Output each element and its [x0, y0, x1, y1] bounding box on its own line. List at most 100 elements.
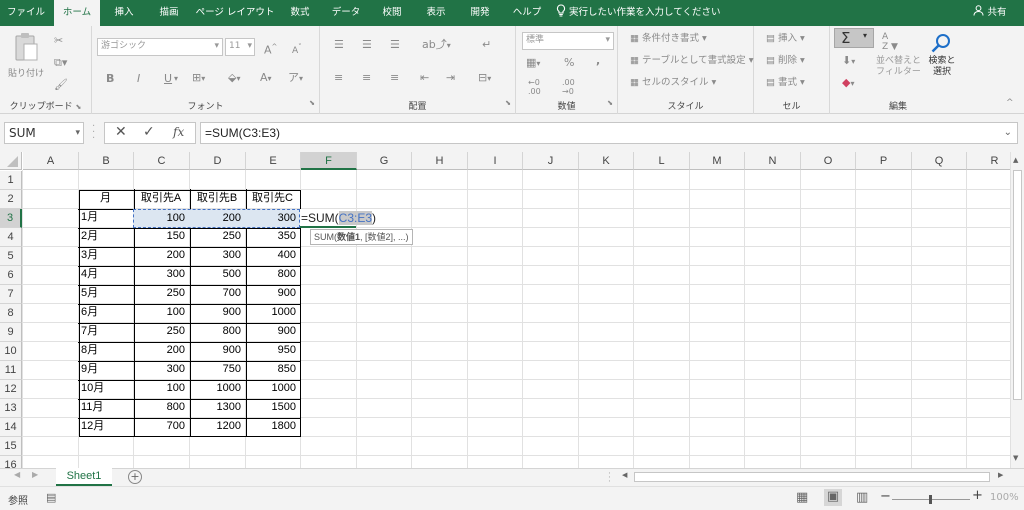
- page-break-view-icon[interactable]: ▥: [856, 490, 868, 505]
- row-header-2[interactable]: 2: [0, 190, 22, 209]
- cell-e9[interactable]: 900: [245, 322, 300, 341]
- cell-d3[interactable]: 200: [189, 209, 245, 228]
- cell-d4[interactable]: 250: [189, 227, 245, 246]
- font-name-select[interactable]: 游ゴシック ▾: [97, 38, 223, 56]
- column-header-q[interactable]: Q: [912, 152, 967, 170]
- row-header-14[interactable]: 14: [0, 418, 22, 437]
- cell-d5[interactable]: 300: [189, 246, 245, 265]
- cell-c7[interactable]: 250: [133, 284, 189, 303]
- page-layout-view-icon[interactable]: ▣: [824, 489, 842, 506]
- table-header-e2[interactable]: 取引先C: [245, 189, 300, 208]
- column-header-b[interactable]: B: [79, 152, 134, 170]
- borders-icon[interactable]: ⊞▾: [192, 71, 205, 86]
- cell-b9[interactable]: 7月: [78, 322, 133, 341]
- increase-indent-icon[interactable]: ⇥: [446, 71, 455, 85]
- scroll-right-tab-icon[interactable]: ▶: [32, 470, 38, 479]
- column-header-f[interactable]: F: [301, 152, 357, 170]
- phonetic-icon[interactable]: ア▾: [288, 71, 303, 86]
- cell-e11[interactable]: 850: [245, 360, 300, 379]
- cell-b13[interactable]: 11月: [78, 398, 133, 417]
- row-header-4[interactable]: 4: [0, 228, 22, 247]
- worksheet-grid[interactable]: ABCDEFGHIJKLMNOPQR 1 2 3 4 5 6 7 8 9 10 11 12 13 14 15…: [0, 152, 1010, 468]
- tab-developer[interactable]: 開発: [460, 0, 500, 26]
- column-header-c[interactable]: C: [134, 152, 190, 170]
- table-header-d2[interactable]: 取引先B: [189, 189, 245, 208]
- insert-cells-button[interactable]: ▤ 挿入 ▾: [766, 32, 805, 46]
- tab-data[interactable]: データ: [324, 0, 368, 26]
- cell-c6[interactable]: 300: [133, 265, 189, 284]
- vertical-scrollbar[interactable]: ▲ ▼: [1010, 152, 1024, 468]
- cell-e14[interactable]: 1800: [245, 417, 300, 436]
- scroll-left-tab-icon[interactable]: ◀: [14, 470, 20, 479]
- collapse-ribbon-icon[interactable]: ^: [1006, 96, 1014, 110]
- row-header-5[interactable]: 5: [0, 247, 22, 266]
- cell-e10[interactable]: 950: [245, 341, 300, 360]
- column-header-k[interactable]: K: [579, 152, 634, 170]
- bold-button[interactable]: B: [106, 72, 114, 86]
- column-header-l[interactable]: L: [634, 152, 690, 170]
- insert-function-icon[interactable]: fx: [173, 125, 184, 139]
- clear-icon[interactable]: ◆▾: [842, 76, 854, 91]
- cell-e12[interactable]: 1000: [245, 379, 300, 398]
- table-header-b2[interactable]: 月: [78, 189, 133, 208]
- cell-d11[interactable]: 750: [189, 360, 245, 379]
- column-header-a[interactable]: A: [23, 152, 79, 170]
- column-header-g[interactable]: G: [357, 152, 412, 170]
- cell-d7[interactable]: 700: [189, 284, 245, 303]
- tab-insert[interactable]: 挿入: [104, 0, 144, 26]
- fill-color-icon[interactable]: ⬙▾: [228, 71, 240, 86]
- scroll-right-icon[interactable]: ▶: [998, 471, 1003, 479]
- row-header-16[interactable]: 16: [0, 456, 22, 468]
- cell-e8[interactable]: 1000: [245, 303, 300, 322]
- cell-e13[interactable]: 1500: [245, 398, 300, 417]
- row-header-9[interactable]: 9: [0, 323, 22, 342]
- column-header-d[interactable]: D: [190, 152, 246, 170]
- zoom-level[interactable]: 100%: [990, 492, 1019, 503]
- decrease-decimal-icon[interactable]: .00 →0: [562, 78, 575, 96]
- conditional-formatting-button[interactable]: ▦ 条件付き書式 ▾: [630, 32, 707, 46]
- cell-b11[interactable]: 9月: [78, 360, 133, 379]
- tab-page-layout[interactable]: ページ レイアウト: [194, 0, 276, 26]
- cell-c11[interactable]: 300: [133, 360, 189, 379]
- expand-formula-icon[interactable]: ⌄: [1004, 123, 1012, 143]
- align-top-icon[interactable]: ☰: [334, 38, 344, 52]
- scroll-thumb[interactable]: [1013, 170, 1022, 400]
- cell-b4[interactable]: 2月: [78, 227, 133, 246]
- column-header-p[interactable]: P: [856, 152, 912, 170]
- currency-icon[interactable]: ▦▾: [526, 56, 540, 71]
- cell-e3[interactable]: 300: [245, 209, 300, 228]
- enter-icon[interactable]: ✓: [143, 124, 155, 140]
- cell-b10[interactable]: 8月: [78, 341, 133, 360]
- cell-d10[interactable]: 900: [189, 341, 245, 360]
- cell-b8[interactable]: 6月: [78, 303, 133, 322]
- cut-icon[interactable]: ✂: [54, 34, 63, 48]
- cell-d14[interactable]: 1200: [189, 417, 245, 436]
- column-header-o[interactable]: O: [801, 152, 856, 170]
- shrink-font-button[interactable]: A˅: [292, 40, 302, 58]
- horizontal-scrollbar[interactable]: ◀ ▶: [620, 470, 1010, 484]
- cell-d8[interactable]: 900: [189, 303, 245, 322]
- formula-input[interactable]: =SUM(C3:E3) ⌄: [200, 122, 1018, 144]
- row-header-13[interactable]: 13: [0, 399, 22, 418]
- format-as-table-button[interactable]: ▦ テーブルとして書式設定 ▾: [630, 54, 753, 68]
- copy-icon[interactable]: ⧉▾: [54, 56, 67, 70]
- chevron-down-icon[interactable]: ▾: [174, 72, 178, 86]
- align-middle-icon[interactable]: ☰: [362, 38, 372, 52]
- cell-b12[interactable]: 10月: [78, 379, 133, 398]
- tab-split-handle[interactable]: · · ·: [608, 470, 611, 487]
- wrap-text-icon[interactable]: ↵: [482, 38, 491, 52]
- scroll-down-icon[interactable]: ▼: [1013, 454, 1018, 462]
- sheet-tab-sheet1[interactable]: Sheet1: [56, 468, 112, 486]
- active-cell-f3[interactable]: =SUM(C3:E3): [300, 209, 376, 228]
- cell-b3[interactable]: 1月: [78, 208, 133, 227]
- h-scroll-thumb[interactable]: [634, 472, 990, 482]
- fill-icon[interactable]: ⬇▾: [842, 54, 855, 69]
- zoom-slider[interactable]: [892, 495, 970, 504]
- row-header-6[interactable]: 6: [0, 266, 22, 285]
- cell-c3[interactable]: 100: [134, 209, 189, 228]
- cell-b6[interactable]: 4月: [78, 265, 133, 284]
- row-header-15[interactable]: 15: [0, 437, 22, 456]
- tell-me-search[interactable]: 実行したい作業を入力してください: [556, 0, 720, 26]
- increase-decimal-icon[interactable]: ←0.00: [528, 78, 541, 96]
- table-header-c2[interactable]: 取引先A: [133, 189, 189, 208]
